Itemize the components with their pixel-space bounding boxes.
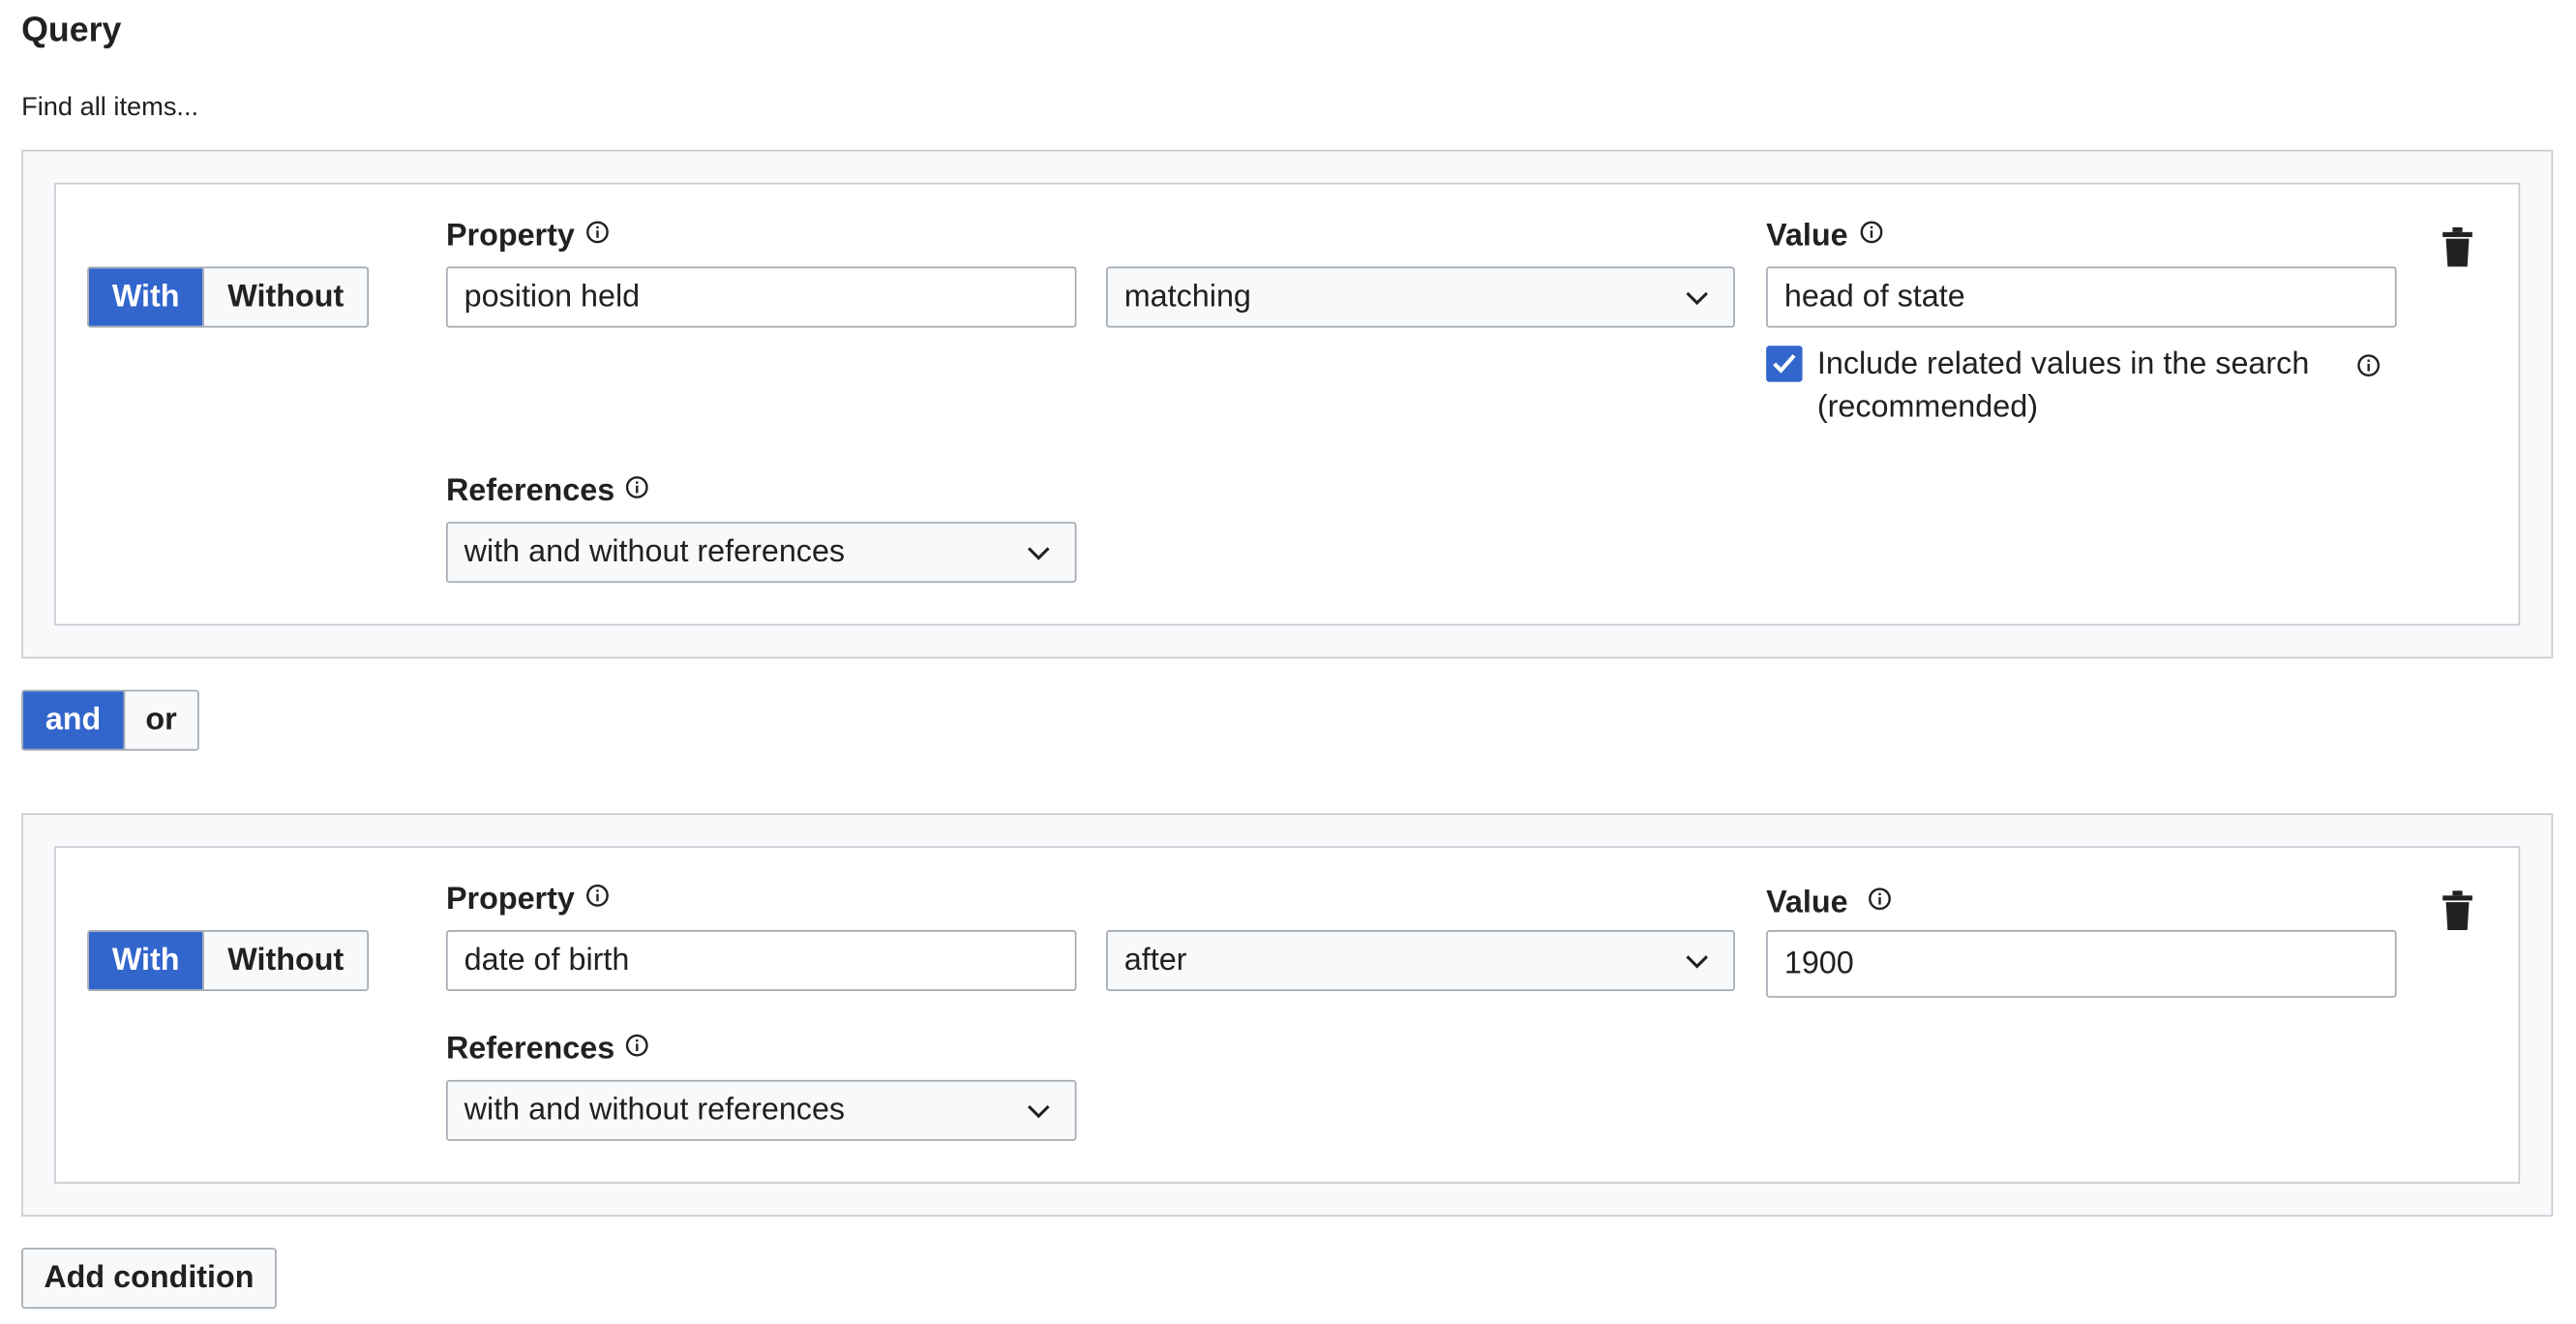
value-label: Value: [1766, 218, 1882, 257]
without-button[interactable]: Without: [202, 268, 368, 326]
with-button[interactable]: With: [88, 931, 203, 990]
chevron-down-icon: [1028, 547, 1050, 560]
info-icon[interactable]: [1868, 888, 1891, 911]
property-label: Property: [446, 881, 610, 920]
with-button[interactable]: With: [88, 268, 203, 326]
conjunction-toggle: and or: [21, 689, 199, 751]
query-builder: Query Find all items... With Without Pro…: [0, 0, 2576, 1324]
info-icon[interactable]: [626, 1034, 649, 1057]
info-icon[interactable]: [2357, 354, 2381, 377]
operator-select[interactable]: matching: [1106, 266, 1735, 328]
query-intro: Find all items...: [21, 93, 199, 122]
info-icon[interactable]: [1860, 221, 1883, 244]
and-button[interactable]: and: [22, 691, 124, 749]
trash-icon[interactable]: [2441, 890, 2474, 931]
condition-1: With Without Property position held matc…: [54, 182, 2521, 626]
without-button[interactable]: Without: [202, 931, 368, 990]
property-input[interactable]: date of birth: [445, 930, 1077, 991]
info-icon[interactable]: [586, 221, 610, 244]
value-input[interactable]: 1900: [1766, 930, 2397, 998]
references-value: with and without references: [464, 1092, 846, 1128]
value-label: Value: [1766, 884, 1891, 923]
add-condition-button[interactable]: Add condition: [21, 1248, 277, 1309]
chevron-down-icon: [1686, 291, 1708, 306]
references-select[interactable]: with and without references: [445, 522, 1077, 584]
operator-value: matching: [1123, 279, 1251, 315]
with-without-toggle: With Without: [87, 266, 370, 328]
property-label: Property: [446, 218, 610, 257]
info-icon[interactable]: [586, 884, 610, 907]
with-without-toggle: With Without: [87, 930, 370, 991]
references-label: References: [446, 472, 649, 512]
or-button[interactable]: or: [123, 691, 197, 749]
info-icon[interactable]: [626, 476, 649, 499]
references-select[interactable]: with and without references: [445, 1079, 1077, 1141]
chevron-down-icon: [1028, 1104, 1050, 1119]
page-title: Query: [21, 11, 122, 50]
property-input[interactable]: position held: [445, 266, 1077, 328]
references-label: References: [446, 1031, 649, 1070]
include-related-label: Include related values in the search (re…: [1816, 346, 2310, 425]
chevron-down-icon: [1686, 955, 1708, 969]
condition-2: With Without Property date of birth afte…: [54, 846, 2521, 1184]
operator-select[interactable]: after: [1106, 930, 1735, 991]
condition-group-2: With Without Property date of birth afte…: [21, 813, 2554, 1218]
references-value: with and without references: [464, 533, 846, 569]
operator-value: after: [1123, 942, 1187, 978]
checkmark-icon: [1773, 354, 1796, 374]
value-input[interactable]: head of state: [1766, 266, 2397, 328]
include-related-checkbox[interactable]: [1766, 346, 1803, 382]
trash-icon[interactable]: [2441, 226, 2474, 267]
condition-group-1: With Without Property position held matc…: [21, 149, 2554, 659]
